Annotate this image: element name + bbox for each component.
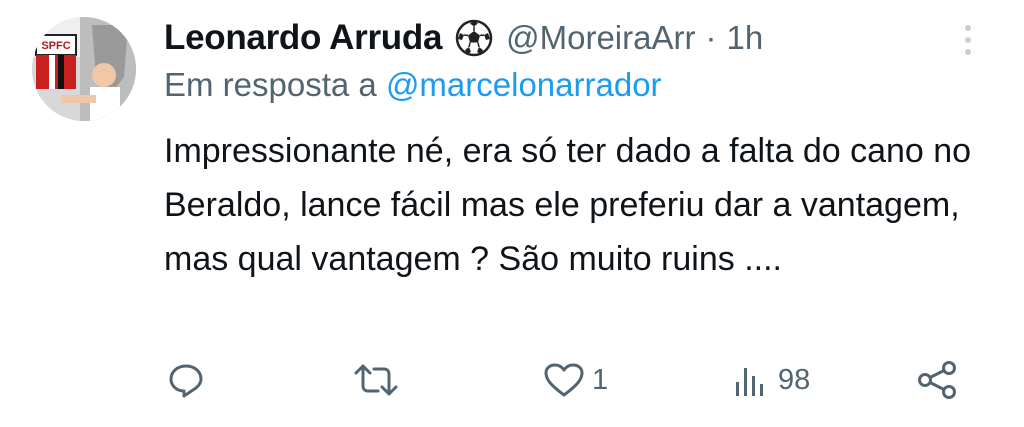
share-icon [918, 361, 956, 399]
more-options-button[interactable] [956, 20, 980, 60]
reply-prefix: Em resposta a [164, 66, 377, 103]
tweet-text: Impressionante né, era só ter dado a fal… [164, 132, 972, 278]
author-handle[interactable]: @MoreiraArr [506, 19, 695, 57]
retweet-button[interactable] [352, 358, 400, 402]
views-button[interactable]: 98 [732, 358, 810, 402]
tweet-timestamp[interactable]: 1h [726, 19, 763, 57]
reply-context: Em resposta a @marcelonarrador [164, 66, 662, 104]
more-vertical-icon [965, 25, 971, 55]
like-count: 1 [592, 363, 609, 396]
avatar-logo-text: SPFC [41, 40, 70, 52]
views-count: 98 [778, 363, 811, 396]
reply-button[interactable] [166, 358, 206, 402]
avatar[interactable]: SPFC [32, 17, 136, 121]
tweet-header: Leonardo Arruda @MoreiraArr · 1h [164, 14, 763, 62]
share-button[interactable] [916, 358, 960, 402]
like-button[interactable]: 1 [542, 358, 608, 402]
heart-icon [544, 363, 584, 397]
soccer-ball-icon [454, 18, 494, 58]
author-name[interactable]: Leonardo Arruda [164, 18, 442, 58]
views-icon [736, 368, 763, 396]
avatar-image: SPFC [32, 17, 136, 121]
retweet-icon [354, 364, 398, 396]
header-separator: · [705, 19, 717, 56]
reply-mention-link[interactable]: @marcelonarrador [386, 66, 662, 103]
reply-icon [169, 364, 203, 398]
